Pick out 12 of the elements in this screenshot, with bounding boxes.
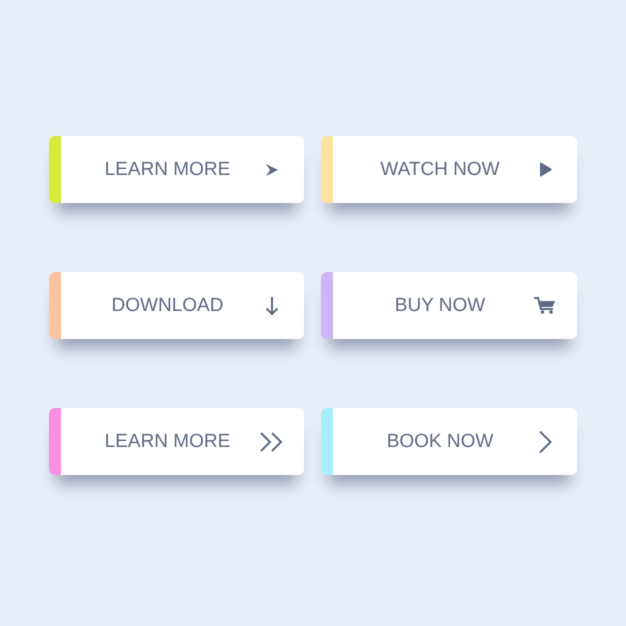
call-to-action-button[interactable]: WATCH NOW [321,136,577,203]
down-arrow-icon [265,296,279,316]
call-to-action-button[interactable]: BOOK NOW [321,408,577,475]
call-to-action-button[interactable]: BUY NOW [321,272,577,339]
double-chevron-icon [259,432,285,452]
arrowhead-icon [265,162,279,176]
call-to-action-button[interactable]: LEARN MORE [49,136,304,203]
chevron-icon [538,430,552,454]
cart-icon [534,297,556,314]
play-icon [538,162,552,177]
call-to-action-button[interactable]: LEARN MORE [49,408,304,475]
call-to-action-button[interactable]: DOWNLOAD [49,272,304,339]
